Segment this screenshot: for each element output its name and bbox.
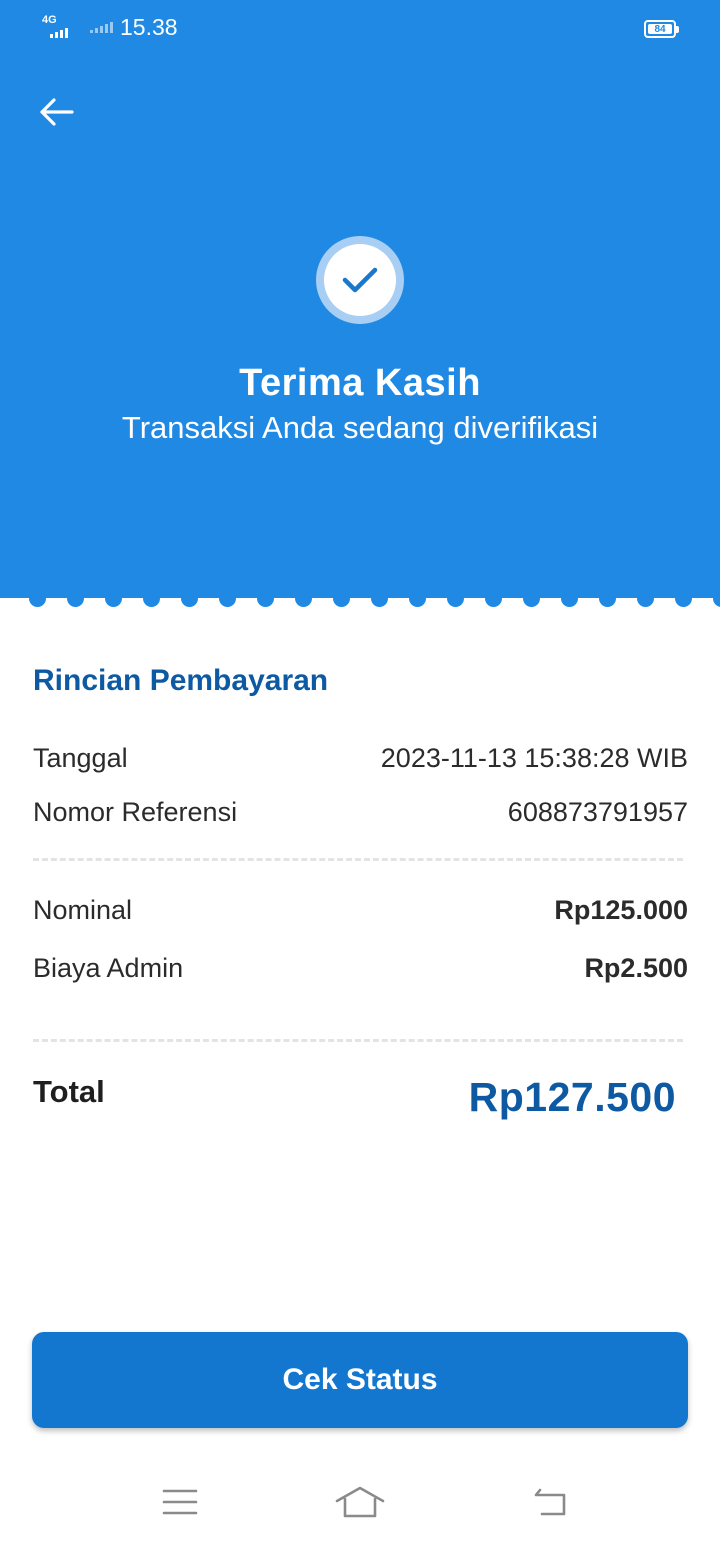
success-badge xyxy=(316,236,404,324)
row-nominal-value: Rp125.000 xyxy=(554,894,688,925)
scallop-dot xyxy=(29,590,46,607)
scallop-dot xyxy=(333,590,350,607)
divider xyxy=(33,1039,683,1042)
scallop-dot xyxy=(219,590,236,607)
total-label: Total xyxy=(33,1074,105,1109)
scallop-dot xyxy=(257,590,274,607)
row-admin-fee: Biaya Admin Rp2.500 xyxy=(33,948,688,988)
check-status-button[interactable]: Cek Status xyxy=(32,1332,688,1428)
back-icon xyxy=(534,1488,566,1516)
nav-home-button[interactable] xyxy=(332,1478,388,1526)
success-title: Terima Kasih xyxy=(239,362,481,404)
scallop-dot xyxy=(675,590,692,607)
network-4g-icon: 4G xyxy=(42,14,76,40)
scallop-dot xyxy=(637,590,654,607)
row-nominal: Nominal Rp125.000 xyxy=(33,890,688,930)
scallop-dot xyxy=(523,590,540,607)
divider xyxy=(33,858,683,861)
system-nav-bar xyxy=(0,1460,720,1544)
row-reference-value: 608873791957 xyxy=(507,796,688,827)
success-subtitle: Transaksi Anda sedang diverifikasi xyxy=(121,410,599,445)
check-icon xyxy=(342,267,378,293)
back-button[interactable] xyxy=(34,90,78,134)
scallop-dot xyxy=(409,590,426,607)
scallop-dot xyxy=(67,590,84,607)
nav-back-button[interactable] xyxy=(522,1478,578,1526)
row-date-label: Tanggal xyxy=(33,742,128,773)
row-date-value: 2023-11-13 15:38:28 WIB xyxy=(380,742,688,773)
scallop-dot xyxy=(485,590,502,607)
scallop-dot xyxy=(181,590,198,607)
receipt-scallop-edge xyxy=(0,588,720,608)
scallop-dot xyxy=(713,590,720,607)
nav-menu-button[interactable] xyxy=(152,1478,208,1526)
payment-success-screen: 4G 15.38 84 Terima Kasih Transaksi Anda … xyxy=(0,0,720,1544)
row-admin-fee-label: Biaya Admin xyxy=(33,952,184,983)
row-reference: Nomor Referensi 608873791957 xyxy=(33,792,688,832)
scallop-dot xyxy=(143,590,160,607)
scallop-dot xyxy=(371,590,388,607)
menu-icon xyxy=(162,1489,198,1515)
network-label: 4G xyxy=(42,14,57,26)
status-time: 15.38 xyxy=(120,14,178,40)
battery-icon: 84 xyxy=(644,20,679,38)
scallop-dot xyxy=(599,590,616,607)
total-value: Rp127.500 xyxy=(468,1074,676,1120)
scallop-dot xyxy=(561,590,578,607)
success-header: 4G 15.38 84 Terima Kasih Transaksi Anda … xyxy=(0,0,720,598)
scallop-dot xyxy=(295,590,312,607)
row-reference-label: Nomor Referensi xyxy=(33,796,238,827)
scallop-dot xyxy=(447,590,464,607)
status-bar: 4G 15.38 84 xyxy=(0,0,720,56)
details-title: Rincian Pembayaran xyxy=(33,664,329,697)
row-admin-fee-value: Rp2.500 xyxy=(584,952,688,983)
arrow-left-icon xyxy=(40,98,74,126)
signal-icon xyxy=(90,22,113,33)
battery-level: 84 xyxy=(648,24,672,35)
row-nominal-label: Nominal xyxy=(33,894,133,925)
home-icon xyxy=(335,1486,385,1518)
scallop-dot xyxy=(105,590,122,607)
row-date: Tanggal 2023-11-13 15:38:28 WIB xyxy=(33,738,688,778)
